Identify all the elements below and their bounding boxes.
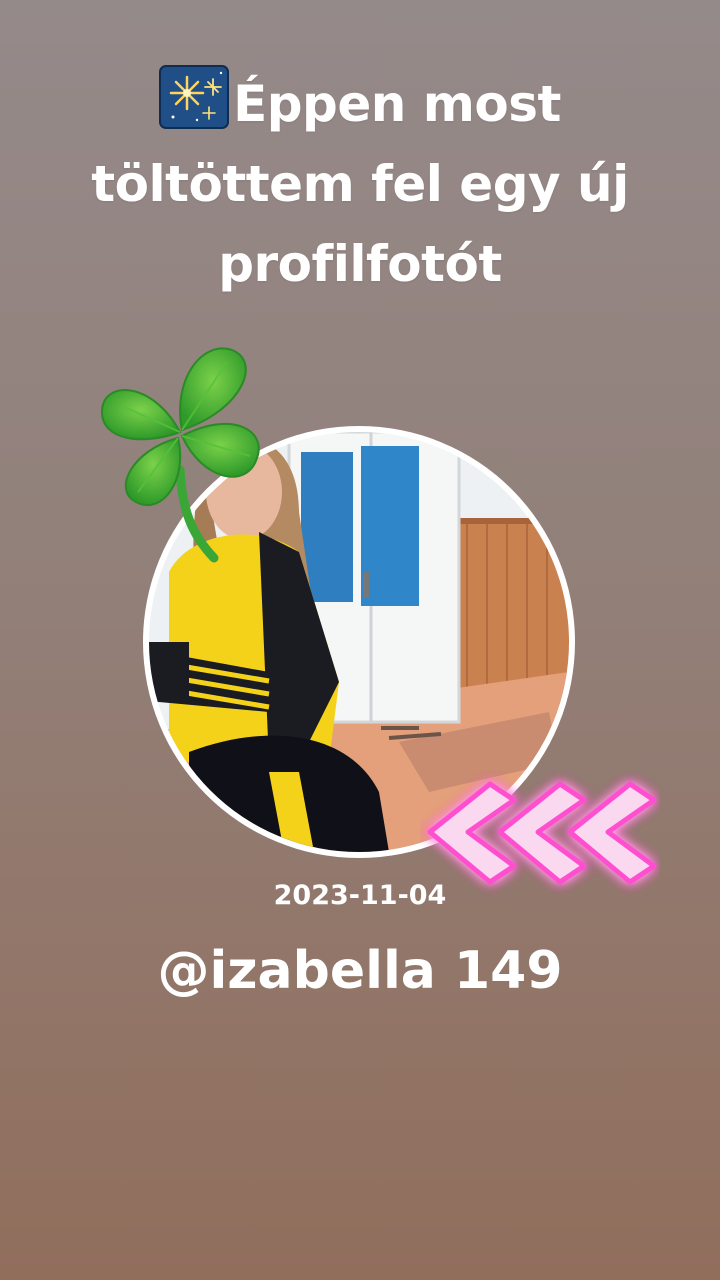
post-date: 2023-11-04 bbox=[273, 880, 447, 911]
clover-sticker bbox=[92, 340, 272, 570]
username[interactable]: @izabella 149 bbox=[0, 936, 720, 1006]
fireworks-icon bbox=[159, 65, 230, 129]
headline: Éppen most töltöttem fel egy új profilfo… bbox=[40, 64, 680, 304]
